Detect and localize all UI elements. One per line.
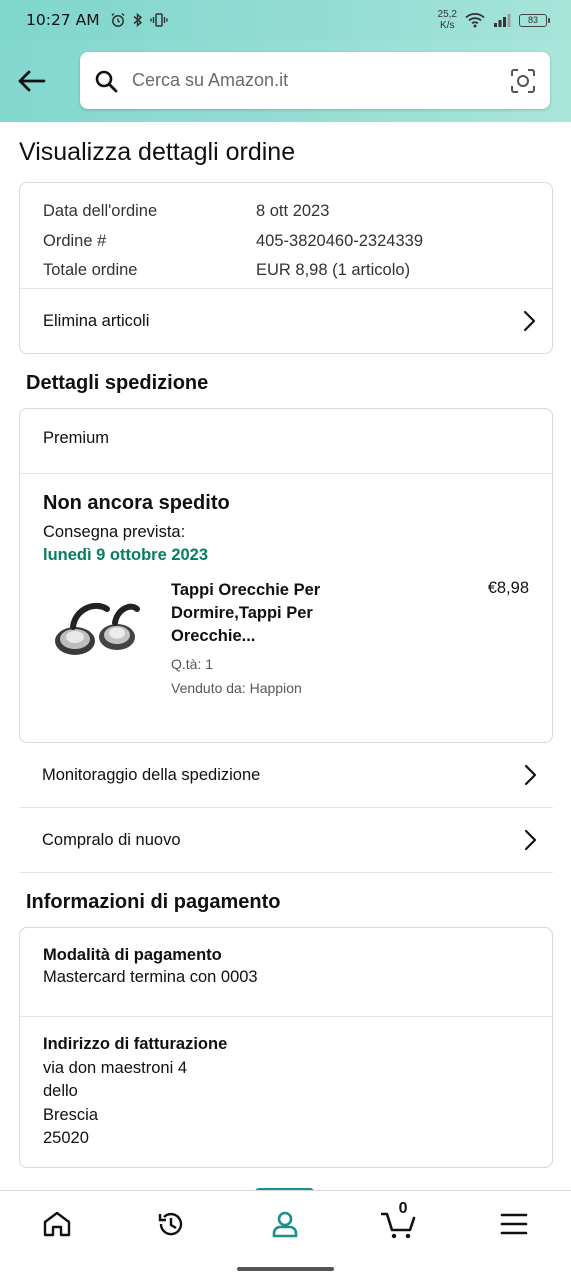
- address-line: via don maestroni 4: [43, 1059, 187, 1077]
- divider: [19, 872, 553, 873]
- nav-history[interactable]: [141, 1199, 201, 1249]
- status-icons: [110, 12, 168, 28]
- chevron-right-icon: [523, 310, 536, 332]
- product-name[interactable]: Tappi Orecchie Per Dormire,Tappi Per Ore…: [171, 579, 346, 648]
- address-line: dello: [43, 1082, 78, 1101]
- chevron-right-icon: [524, 829, 537, 851]
- hamburger-menu-icon: [500, 1213, 528, 1234]
- shipping-service: Premium: [43, 429, 110, 447]
- wifi-icon: [465, 13, 485, 28]
- payment-method-value: Mastercard termina con 0003: [43, 968, 258, 986]
- delete-items-row[interactable]: Elimina articoli: [20, 289, 552, 353]
- order-date-label: Data dell'ordine: [43, 202, 158, 220]
- shipping-section-title: Dettagli spedizione: [26, 372, 209, 394]
- track-shipment-row[interactable]: Monitoraggio della spedizione: [19, 743, 553, 807]
- nav-cart[interactable]: 0: [370, 1199, 430, 1249]
- shipment-details: Non ancora spedito Consegna prevista: lu…: [20, 492, 552, 696]
- signal-icon: [494, 14, 511, 27]
- order-number-label: Ordine #: [43, 231, 107, 250]
- order-total-label: Totale ordine: [43, 261, 138, 280]
- product-item[interactable]: Tappi Orecchie Per Dormire,Tappi Per Ore…: [43, 579, 529, 696]
- delivery-date: lunedì 9 ottobre 2023: [43, 546, 209, 564]
- product-info: Tappi Orecchie Per Dormire,Tappi Per Ore…: [171, 579, 346, 696]
- delivery-label: Consegna prevista:: [43, 523, 186, 541]
- search-icon: [95, 70, 118, 92]
- shipment-status: Non ancora spedito: [43, 492, 230, 514]
- payment-section-title: Informazioni di pagamento: [26, 891, 281, 913]
- battery-icon: 83: [519, 13, 550, 27]
- nav-home[interactable]: [27, 1199, 87, 1249]
- product-price: €8,98: [487, 579, 529, 597]
- earplugs-image: [55, 602, 140, 655]
- back-button[interactable]: [14, 64, 48, 98]
- billing-address-title: Indirizzo di fatturazione: [43, 1035, 228, 1053]
- bottom-nav: 0: [0, 1190, 571, 1256]
- status-time: 10:27 AM: [26, 11, 100, 29]
- alarm-icon: [111, 13, 125, 27]
- product-seller: Venduto da: Happion: [171, 680, 302, 696]
- camera-scan-icon[interactable]: [510, 68, 536, 94]
- payment-card: Modalità di pagamento Mastercard termina…: [19, 927, 553, 1168]
- nav-menu[interactable]: [484, 1199, 544, 1249]
- order-date-value: 8 ott 2023: [256, 202, 330, 220]
- network-speed: 25,2 K/s: [437, 9, 457, 31]
- payment-method: Modalità di pagamento Mastercard termina…: [20, 928, 552, 1016]
- shipping-card: Premium Non ancora spedito Consegna prev…: [19, 408, 553, 743]
- address-line: Brescia: [43, 1105, 99, 1124]
- product-image[interactable]: [45, 579, 145, 679]
- billing-address: Indirizzo di fatturazione via don maestr…: [20, 1017, 552, 1151]
- search-bar[interactable]: [80, 52, 550, 109]
- order-number-value: 405-3820460-2324339: [256, 231, 423, 250]
- home-icon: [43, 1211, 71, 1236]
- page-title: Visualizza dettagli ordine: [19, 138, 296, 166]
- order-info: Data dell'ordine 8 ott 2023 Ordine # 405…: [20, 183, 552, 288]
- user-icon: [273, 1211, 298, 1237]
- address-line: 25020: [43, 1129, 89, 1148]
- chevron-right-icon: [524, 764, 537, 786]
- divider: [20, 473, 552, 474]
- track-shipment-label: Monitoraggio della spedizione: [42, 765, 261, 784]
- product-quantity: Q.tà: 1: [171, 656, 214, 672]
- payment-method-title: Modalità di pagamento: [43, 946, 222, 964]
- search-input[interactable]: [132, 70, 510, 91]
- arrow-left-icon: [18, 70, 46, 92]
- cart-count-badge: 0: [398, 1199, 408, 1217]
- vibrate-icon: [149, 13, 168, 27]
- buy-again-label: Compralo di nuovo: [42, 830, 181, 849]
- order-summary-card: Data dell'ordine 8 ott 2023 Ordine # 405…: [19, 182, 553, 354]
- buy-again-row[interactable]: Compralo di nuovo: [19, 808, 553, 872]
- bluetooth-icon: [133, 12, 142, 28]
- nav-account[interactable]: [255, 1199, 315, 1249]
- order-total-value: EUR 8,98 (1 articolo): [256, 261, 411, 280]
- history-icon: [159, 1212, 183, 1235]
- status-bar: 10:27 AM 25,2 K/s 83: [0, 0, 571, 40]
- header: [0, 40, 571, 122]
- delete-items-label: Elimina articoli: [43, 311, 150, 330]
- shipping-actions: Monitoraggio della spedizione Compralo d…: [19, 743, 553, 873]
- home-indicator[interactable]: [237, 1267, 334, 1271]
